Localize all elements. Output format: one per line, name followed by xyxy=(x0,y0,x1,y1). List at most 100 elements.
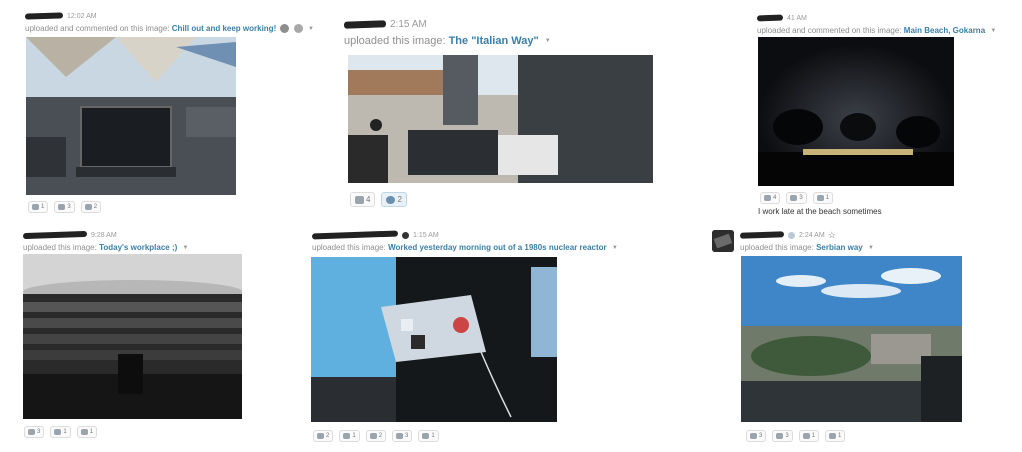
timestamp[interactable]: 2:24 AM xyxy=(799,232,825,239)
reaction[interactable]: 2 xyxy=(365,430,387,442)
reaction-icon xyxy=(816,195,824,201)
avatar-image xyxy=(712,230,734,252)
upload-action-text: uploaded this image: xyxy=(23,243,97,252)
chevron-down-icon[interactable]: ▼ xyxy=(545,38,551,44)
reaction-count: 1 xyxy=(838,433,842,439)
uploaded-image[interactable] xyxy=(23,254,242,419)
redacted-username[interactable] xyxy=(343,19,387,29)
courtyard-photo xyxy=(348,55,653,183)
redacted-username[interactable] xyxy=(22,230,88,240)
redacted-username[interactable] xyxy=(24,12,64,20)
avatar[interactable] xyxy=(712,230,734,252)
reaction-count: 1 xyxy=(431,433,435,439)
post-serbian-way: 2:24 AM ☆ uploaded this image: Serbian w… xyxy=(739,228,874,252)
reaction[interactable]: 1 xyxy=(28,201,49,213)
reaction-count: 3 xyxy=(799,195,803,201)
reaction[interactable]: 1 xyxy=(798,430,820,442)
uploaded-image[interactable] xyxy=(26,37,236,195)
reaction[interactable]: 1 xyxy=(812,192,834,204)
reaction[interactable]: 1 xyxy=(418,430,439,442)
reaction-icon xyxy=(32,204,39,210)
reaction[interactable]: 3 xyxy=(786,192,807,204)
image-title-link[interactable]: Worked yesterday morning out of a 1980s … xyxy=(388,243,607,252)
reaction-count: 1 xyxy=(63,429,67,435)
reaction-icon xyxy=(355,195,364,204)
post-nuclear-reactor: 1:15 AM uploaded this image: Worked yest… xyxy=(311,228,618,252)
comment-text: I work late at the beach sometimes xyxy=(758,207,882,216)
reactions-bar: 1 3 2 xyxy=(28,201,102,213)
city-view-photo xyxy=(741,256,962,422)
lounge-photo xyxy=(26,37,236,195)
reaction-icon xyxy=(764,195,771,201)
reaction[interactable]: 2 xyxy=(313,430,334,442)
library-photo xyxy=(23,254,242,419)
cat-emoji-icon xyxy=(280,24,290,34)
redacted-username[interactable] xyxy=(311,230,399,240)
reaction-count: 1 xyxy=(811,433,816,439)
uploaded-image[interactable] xyxy=(741,256,962,422)
reactor-photo xyxy=(311,257,557,422)
reaction[interactable]: 3 xyxy=(24,426,45,438)
reaction[interactable]: 3 xyxy=(54,201,75,213)
reaction-icon xyxy=(790,195,798,201)
reactions-bar: 4 3 1 xyxy=(760,192,834,204)
reaction[interactable]: 3 xyxy=(746,430,767,442)
reactions-bar: 3 1 1 xyxy=(24,426,98,438)
reaction-icon xyxy=(317,433,324,439)
image-title-link[interactable]: The "Italian Way" xyxy=(449,35,539,47)
chevron-down-icon[interactable]: ▼ xyxy=(183,245,189,251)
reaction-count: 3 xyxy=(67,204,71,210)
timestamp[interactable]: 41 AM xyxy=(787,15,807,22)
reaction-count: 1 xyxy=(41,204,45,210)
post-todays-workplace: 9:28 AM uploaded this image: Today's wor… xyxy=(22,228,189,252)
upload-action-text: uploaded and commented on this image: xyxy=(757,26,902,35)
reaction-count: 2 xyxy=(326,433,330,439)
image-title-link[interactable]: Main Beach, Gokarna xyxy=(904,26,985,35)
timestamp[interactable]: 9:28 AM xyxy=(91,232,117,239)
image-title-link[interactable]: Serbian way xyxy=(816,243,863,252)
uploaded-image[interactable] xyxy=(348,55,653,183)
reaction[interactable]: 3 xyxy=(772,430,793,442)
reaction[interactable]: 1 xyxy=(825,430,846,442)
reaction[interactable]: 2 xyxy=(80,201,102,213)
timestamp[interactable]: 12:02 AM xyxy=(67,13,97,20)
reaction-icon xyxy=(80,429,88,435)
reaction-count: 3 xyxy=(405,433,409,439)
reaction[interactable]: 2 xyxy=(381,192,407,207)
redacted-username[interactable] xyxy=(739,231,785,239)
reaction[interactable]: 4 xyxy=(760,192,781,204)
uploaded-image[interactable] xyxy=(758,37,954,186)
chevron-down-icon[interactable]: ▼ xyxy=(990,28,996,34)
post-main-beach: 41 AM uploaded and commented on this ima… xyxy=(756,11,996,35)
redacted-username[interactable] xyxy=(756,14,784,22)
image-title-link[interactable]: Today's workplace ;) xyxy=(99,243,177,252)
reaction[interactable]: 1 xyxy=(50,426,71,438)
sunglasses-emoji-icon xyxy=(293,24,303,34)
image-title-link[interactable]: Chill out and keep working! xyxy=(172,24,276,33)
reaction[interactable]: 3 xyxy=(392,430,413,442)
chevron-down-icon[interactable]: ▼ xyxy=(612,245,618,251)
reaction-count: 3 xyxy=(759,433,763,439)
reaction-count: 1 xyxy=(352,433,356,439)
reaction[interactable]: 1 xyxy=(76,426,98,438)
post-italian-way: 2:15 AM uploaded this image: The "Italia… xyxy=(343,17,551,47)
upload-action-text: uploaded this image: xyxy=(344,35,446,47)
reaction-icon xyxy=(422,433,430,439)
reaction-count: 2 xyxy=(93,204,98,210)
reaction[interactable]: 4 xyxy=(350,192,376,207)
reaction-icon xyxy=(58,204,66,210)
reaction[interactable]: 1 xyxy=(339,430,360,442)
reaction-icon xyxy=(84,204,92,210)
uploaded-image[interactable] xyxy=(311,257,557,422)
user-emoji-icon xyxy=(402,231,409,239)
timestamp[interactable]: 1:15 AM xyxy=(413,232,439,239)
star-icon[interactable]: ☆ xyxy=(828,230,836,241)
timestamp[interactable]: 2:15 AM xyxy=(390,19,427,30)
chevron-down-icon[interactable]: ▼ xyxy=(868,245,874,251)
reaction-count: 3 xyxy=(37,429,41,435)
reaction-count: 2 xyxy=(397,195,402,204)
reaction-icon xyxy=(750,433,757,439)
reaction-icon xyxy=(829,433,837,439)
chevron-down-icon[interactable]: ▼ xyxy=(308,26,314,32)
reaction-icon xyxy=(802,433,810,439)
